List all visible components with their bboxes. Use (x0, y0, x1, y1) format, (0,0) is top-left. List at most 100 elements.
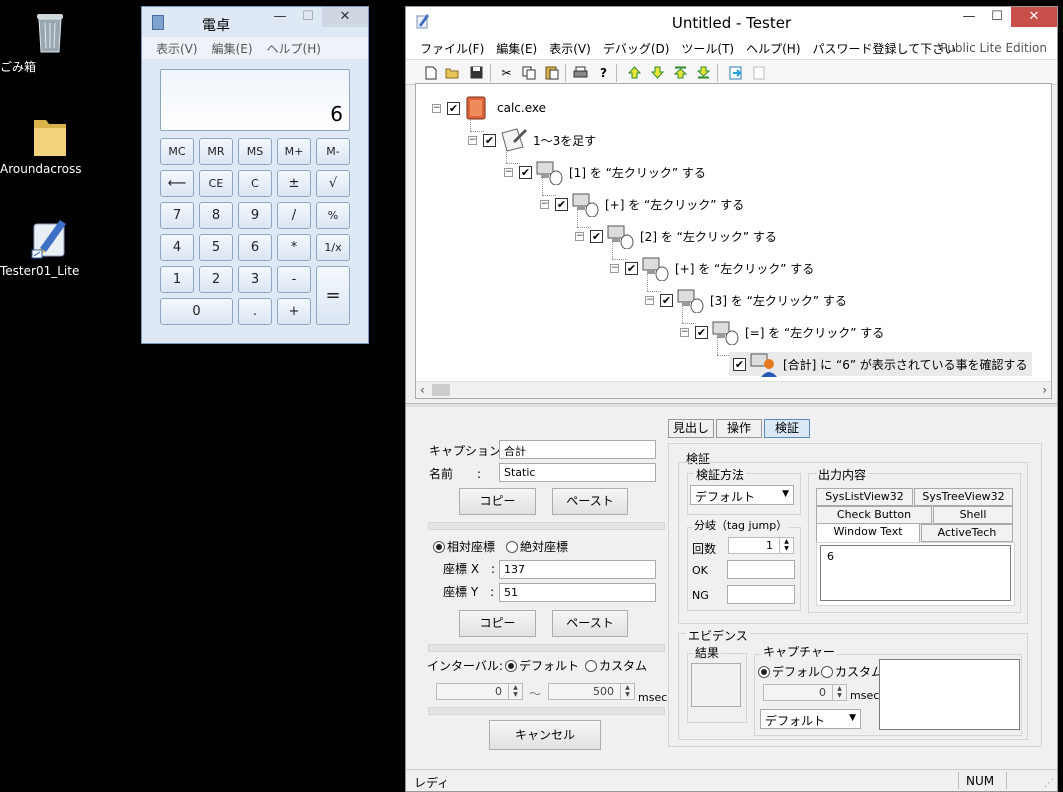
count-spinner[interactable]: 1 ▲ ▼ (728, 537, 794, 554)
capture-delay-spinner[interactable]: 0 ▲ ▼ (763, 684, 847, 701)
copy-icon[interactable] (520, 64, 537, 81)
tab-heading[interactable]: 見出し (668, 419, 714, 438)
paste-icon[interactable] (543, 64, 560, 81)
maximize-button[interactable]: ☐ (983, 7, 1011, 27)
capture-list[interactable] (879, 659, 1020, 730)
move-top-icon[interactable] (672, 64, 689, 81)
collapse-toggle[interactable]: − (468, 135, 477, 145)
digit-1-button[interactable]: 1 (160, 266, 194, 293)
maximize-button[interactable]: ☐ (294, 7, 322, 27)
backspace-button[interactable]: ⟵ (160, 170, 194, 197)
digit-0-button[interactable]: 0 (160, 298, 233, 325)
interval-to-spinner[interactable]: 500 ▲ ▼ (548, 683, 635, 700)
menu-edit[interactable]: 編集(E) (212, 40, 253, 57)
capture-mode-select[interactable]: デフォルト ▼ (760, 709, 861, 729)
calculator-titlebar[interactable]: 電卓 — ☐ ✕ (142, 7, 368, 37)
node-checkbox[interactable]: ✔ (733, 357, 746, 371)
menu-tools[interactable]: ツール(T) (681, 40, 734, 57)
plus-minus-button[interactable]: ± (277, 170, 311, 197)
mr-button[interactable]: MR (199, 138, 233, 165)
digit-4-button[interactable]: 4 (160, 234, 194, 261)
collapse-toggle[interactable]: − (575, 231, 584, 241)
cut-icon[interactable]: ✂ (498, 64, 515, 81)
close-button[interactable]: ✕ (322, 7, 368, 27)
spinner-arrows-icon[interactable]: ▲ ▼ (508, 684, 522, 699)
ce-button[interactable]: CE (199, 170, 233, 197)
caption-input[interactable]: 合計 (499, 440, 656, 459)
menu-file[interactable]: ファイル(F) (420, 40, 484, 57)
menu-view[interactable]: 表示(V) (156, 40, 198, 57)
menu-help[interactable]: ヘルプ(H) (267, 40, 321, 57)
tree-node-step[interactable]: − ✔ [2] を “左クリック” する (575, 224, 777, 250)
equals-button[interactable]: = (316, 266, 350, 325)
ok-jump-input[interactable] (727, 560, 795, 579)
tree-node-group[interactable]: − ✔ 1～3を足す (468, 128, 596, 152)
tree-node-step[interactable]: − ✔ [3] を “左クリック” する (645, 288, 847, 314)
node-checkbox[interactable]: ✔ (625, 261, 638, 275)
c-button[interactable]: C (238, 170, 272, 197)
capture-custom-radio[interactable]: カスタム (821, 663, 883, 680)
name-input[interactable]: Static (499, 463, 656, 482)
splitter[interactable] (406, 403, 1057, 407)
node-checkbox[interactable]: ✔ (447, 101, 460, 115)
export-icon[interactable] (727, 64, 744, 81)
digit-5-button[interactable]: 5 (199, 234, 233, 261)
sqrt-button[interactable]: √ (316, 170, 350, 197)
resize-grip-icon[interactable]: ⋰ (1044, 778, 1054, 789)
spinner-arrows-icon[interactable]: ▲ ▼ (832, 685, 846, 700)
multiply-button[interactable]: * (277, 234, 311, 261)
desktop-icon-tester[interactable]: Tester01_Lite (0, 214, 100, 278)
scroll-thumb[interactable] (432, 384, 450, 396)
move-up-icon[interactable] (626, 64, 643, 81)
ms-button[interactable]: MS (238, 138, 272, 165)
new-file-icon[interactable] (422, 64, 439, 81)
scroll-left-icon[interactable]: ‹ (420, 383, 425, 397)
collapse-toggle[interactable]: − (504, 167, 513, 177)
scroll-right-icon[interactable]: › (1042, 383, 1047, 397)
collapse-toggle[interactable]: − (680, 327, 689, 337)
print-icon[interactable] (572, 64, 589, 81)
collapse-toggle[interactable]: − (540, 199, 549, 209)
copy-coords-button[interactable]: コピー (459, 610, 536, 637)
minimize-button[interactable]: — (955, 7, 983, 27)
digit-3-button[interactable]: 3 (238, 266, 272, 293)
absolute-coord-radio[interactable]: 絶対座標 (506, 538, 568, 555)
interval-custom-radio[interactable]: カスタム (585, 657, 647, 674)
tab-verify[interactable]: 検証 (764, 419, 810, 438)
ng-jump-input[interactable] (727, 585, 795, 604)
move-down-icon[interactable] (649, 64, 666, 81)
paste-button[interactable]: ペースト (552, 488, 628, 515)
node-checkbox[interactable]: ✔ (483, 133, 496, 147)
method-select[interactable]: デフォルト ▼ (690, 485, 794, 505)
tree-horizontal-scrollbar[interactable]: ‹ › (416, 381, 1051, 398)
subtract-button[interactable]: - (277, 266, 311, 293)
desktop-icon-recycle-bin[interactable]: ごみ箱 (0, 8, 100, 74)
interval-default-radio[interactable]: デフォルト (505, 657, 579, 674)
digit-2-button[interactable]: 2 (199, 266, 233, 293)
spinner-arrows-icon[interactable]: ▲ ▼ (779, 538, 793, 553)
interval-from-spinner[interactable]: 0 ▲ ▼ (436, 683, 523, 700)
digit-9-button[interactable]: 9 (238, 202, 272, 229)
node-checkbox[interactable]: ✔ (590, 229, 603, 243)
close-button[interactable]: ✕ (1011, 7, 1057, 27)
divide-button[interactable]: / (277, 202, 311, 229)
collapse-toggle[interactable]: − (432, 103, 441, 113)
move-bottom-icon[interactable] (695, 64, 712, 81)
node-checkbox[interactable]: ✔ (660, 293, 673, 307)
add-button[interactable]: + (277, 298, 311, 325)
digit-8-button[interactable]: 8 (199, 202, 233, 229)
tree-node-calc-exe[interactable]: − ✔ calc.exe (432, 96, 546, 120)
menu-debug[interactable]: デバッグ(D) (603, 40, 670, 57)
tree-node-step[interactable]: − ✔ [+] を “左クリック” する (610, 256, 814, 282)
output-tab-shell[interactable]: Shell (933, 506, 1013, 524)
paste-coords-button[interactable]: ペースト (552, 610, 628, 637)
spinner-arrows-icon[interactable]: ▲ ▼ (620, 684, 634, 699)
help-icon[interactable]: ? (595, 64, 612, 81)
menu-view[interactable]: 表示(V) (549, 40, 591, 57)
digit-7-button[interactable]: 7 (160, 202, 194, 229)
output-tab-systreeview32[interactable]: SysTreeView32 (914, 488, 1013, 506)
tree-node-step[interactable]: − ✔ [=] を “左クリック” する (680, 320, 884, 346)
menu-help[interactable]: ヘルプ(H) (746, 40, 800, 57)
tree-node-step[interactable]: − ✔ [+] を “左クリック” する (540, 192, 744, 218)
coord-x-input[interactable]: 137 (499, 560, 656, 579)
